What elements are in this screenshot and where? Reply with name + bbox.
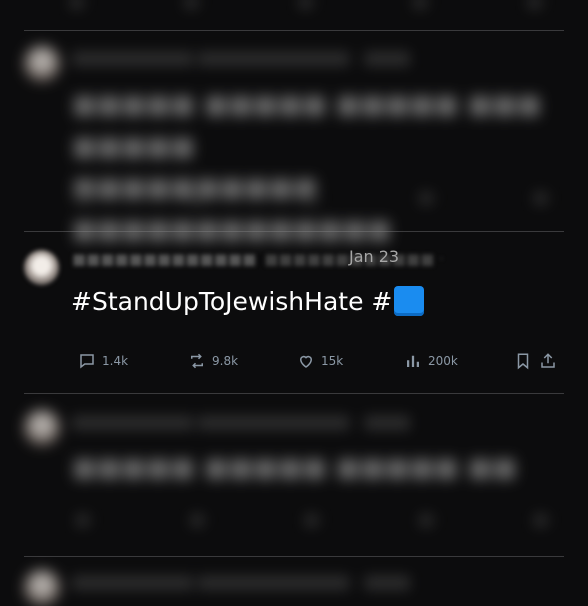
hashtag-text[interactable]: #StandUpToJewishHate # (71, 287, 392, 316)
like-count: 15k (321, 354, 344, 368)
bookmark-button[interactable] (514, 352, 532, 370)
bookmark-icon (517, 353, 529, 370)
retweet-button[interactable]: 9.8k (188, 352, 238, 370)
bar-chart-icon (407, 355, 419, 367)
share-icon (541, 353, 555, 368)
reply-count: 1.4k (102, 354, 129, 368)
views-button[interactable]: 200k (404, 352, 458, 370)
tweet-date[interactable]: Jan 23 (349, 247, 399, 266)
tweet-actions: 1.4k 9.8k 15k 200k (78, 352, 558, 372)
avatar[interactable] (24, 250, 59, 285)
blue-square-emoji-icon (394, 286, 425, 316)
focused-tweet[interactable]: ■■■■■■■■■■■■■ ■■■■■■■■■■■■ · Jan 23 #Stan… (0, 0, 588, 588)
reply-icon (80, 354, 94, 369)
tweet-text: #StandUpToJewishHate # (71, 286, 425, 316)
views-count: 200k (428, 354, 458, 368)
like-button[interactable]: 15k (297, 352, 343, 370)
retweet-icon (191, 353, 203, 369)
reply-button[interactable]: 1.4k (78, 352, 128, 370)
heart-icon (299, 355, 313, 368)
share-button[interactable] (539, 352, 557, 370)
retweet-count: 9.8k (212, 354, 239, 368)
